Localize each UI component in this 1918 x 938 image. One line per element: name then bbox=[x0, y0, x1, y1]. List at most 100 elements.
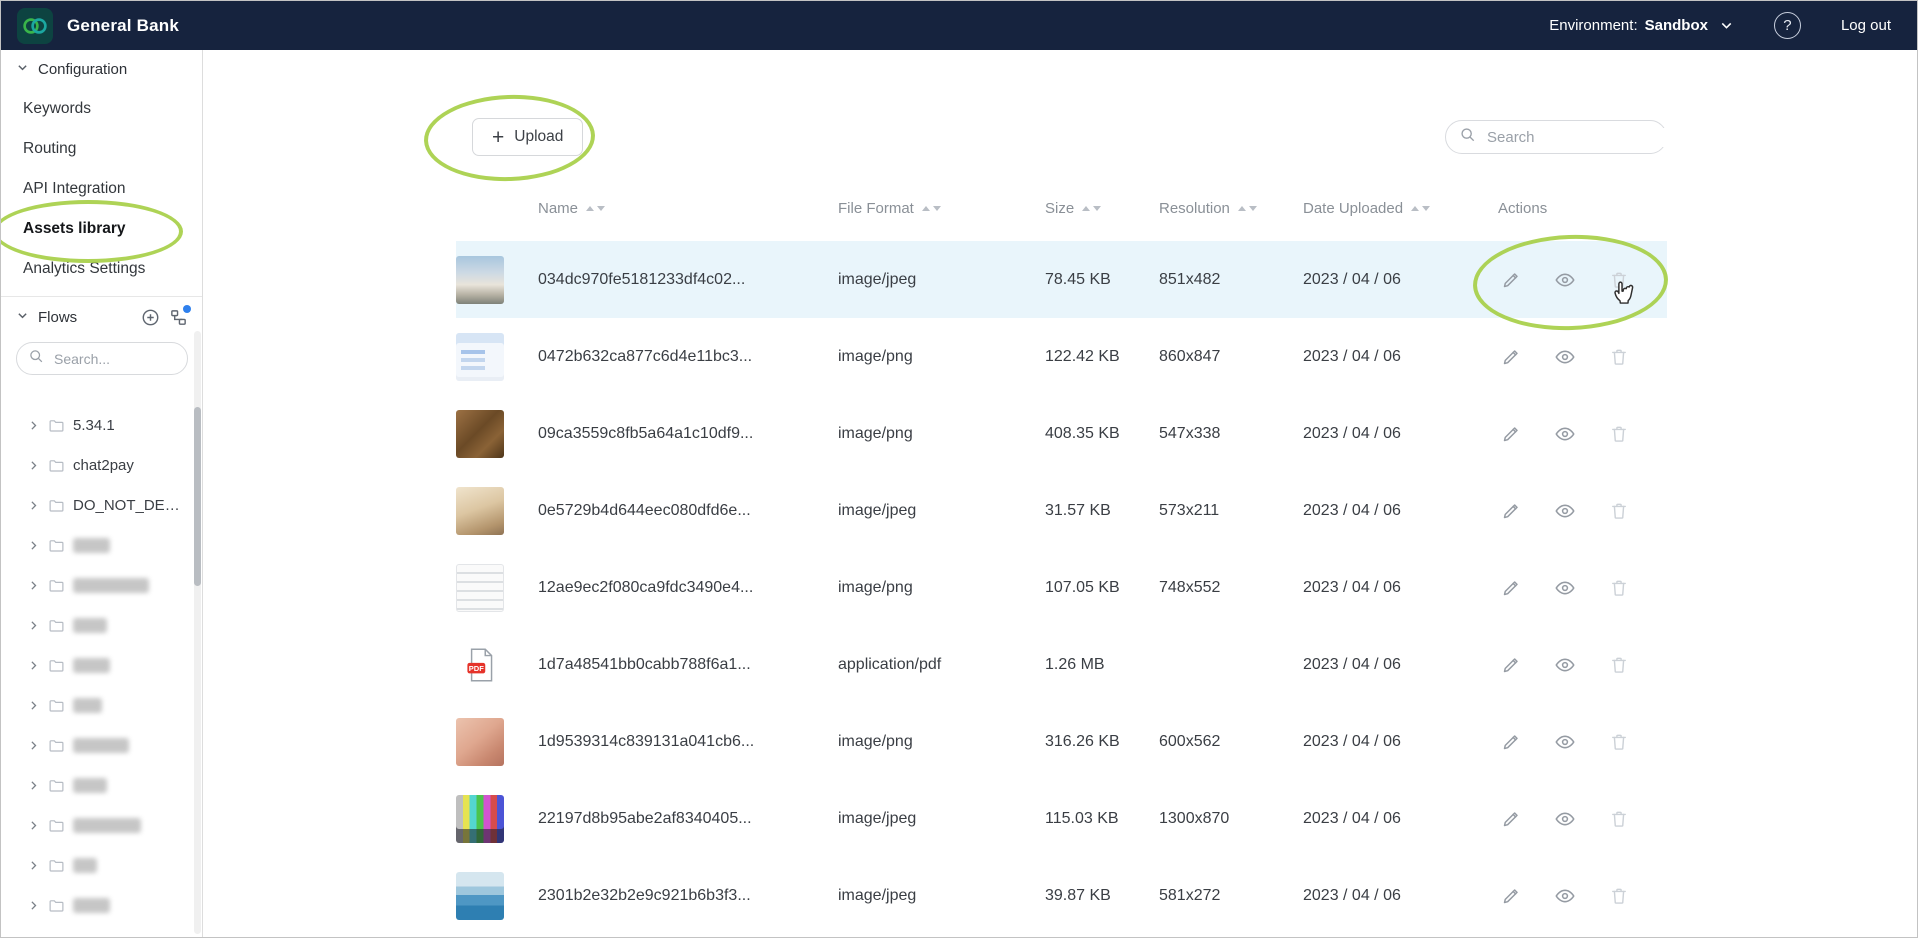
folder-icon bbox=[48, 417, 65, 434]
delete-button[interactable] bbox=[1606, 267, 1632, 293]
flows-view-icon[interactable] bbox=[169, 308, 188, 327]
folder-item-redacted[interactable] bbox=[1, 685, 202, 725]
folder-item-chat2pay[interactable]: chat2pay bbox=[1, 445, 202, 485]
delete-button[interactable] bbox=[1606, 729, 1632, 755]
flows-section-header[interactable]: Flows bbox=[1, 297, 202, 334]
table-row[interactable]: 0472b632ca877c6d4e11bc3... image/png 122… bbox=[456, 318, 1667, 395]
sidebar-item-analytics-settings[interactable]: Analytics Settings bbox=[1, 249, 202, 289]
folder-item-redacted[interactable] bbox=[1, 565, 202, 605]
preview-button[interactable] bbox=[1552, 267, 1578, 293]
chevron-right-icon[interactable] bbox=[27, 619, 40, 632]
chevron-right-icon[interactable] bbox=[27, 499, 40, 512]
table-row[interactable]: 12ae9ec2f080ca9fdc3490e4... image/png 10… bbox=[456, 549, 1667, 626]
column-header-name[interactable]: Name bbox=[538, 200, 838, 217]
edit-button[interactable] bbox=[1498, 729, 1524, 755]
pencil-icon bbox=[1501, 269, 1522, 290]
edit-button[interactable] bbox=[1498, 267, 1524, 293]
chevron-right-icon[interactable] bbox=[27, 779, 40, 792]
folder-item-redacted[interactable] bbox=[1, 725, 202, 765]
chevron-right-icon[interactable] bbox=[27, 459, 40, 472]
redacted-label bbox=[73, 658, 110, 673]
table-row[interactable]: 1d9539314c839131a041cb6... image/png 316… bbox=[456, 703, 1667, 780]
edit-button[interactable] bbox=[1498, 498, 1524, 524]
upload-button[interactable]: + Upload bbox=[472, 118, 583, 156]
chevron-right-icon[interactable] bbox=[27, 659, 40, 672]
column-header-date-uploaded[interactable]: Date Uploaded bbox=[1303, 200, 1498, 217]
table-row[interactable]: 2301b2e32b2e9c921b6b3f3... image/jpeg 39… bbox=[456, 857, 1667, 934]
assets-search[interactable] bbox=[1445, 120, 1667, 154]
table-row[interactable]: 0e5729b4d644eec080dfd6e... image/jpeg 31… bbox=[456, 472, 1667, 549]
folder-item-redacted[interactable] bbox=[1, 845, 202, 885]
column-header-size[interactable]: Size bbox=[1045, 200, 1159, 217]
chevron-right-icon[interactable] bbox=[27, 579, 40, 592]
chevron-right-icon[interactable] bbox=[27, 819, 40, 832]
edit-button[interactable] bbox=[1498, 421, 1524, 447]
preview-button[interactable] bbox=[1552, 729, 1578, 755]
preview-button[interactable] bbox=[1552, 652, 1578, 678]
column-header-file-format[interactable]: File Format bbox=[838, 200, 1045, 217]
preview-button[interactable] bbox=[1552, 498, 1578, 524]
asset-name: 034dc970fe5181233df4c02... bbox=[538, 271, 838, 289]
preview-button[interactable] bbox=[1552, 344, 1578, 370]
sidebar-item-keywords[interactable]: Keywords bbox=[1, 89, 202, 129]
sidebar-item-routing[interactable]: Routing bbox=[1, 129, 202, 169]
sort-icon[interactable] bbox=[1411, 206, 1430, 211]
folder-item-do-not-dele[interactable]: DO_NOT_DELE... bbox=[1, 485, 202, 525]
delete-button[interactable] bbox=[1606, 883, 1632, 909]
edit-button[interactable] bbox=[1498, 344, 1524, 370]
chevron-right-icon[interactable] bbox=[27, 739, 40, 752]
sidebar-scrollbar-thumb[interactable] bbox=[194, 407, 201, 586]
edit-button[interactable] bbox=[1498, 806, 1524, 832]
edit-button[interactable] bbox=[1498, 652, 1524, 678]
search-icon bbox=[1459, 126, 1476, 148]
folder-item-redacted[interactable] bbox=[1, 605, 202, 645]
sort-icon[interactable] bbox=[922, 206, 941, 211]
chevron-right-icon[interactable] bbox=[27, 899, 40, 912]
row-actions bbox=[1498, 652, 1667, 678]
table-row[interactable]: 034dc970fe5181233df4c02... image/jpeg 78… bbox=[456, 241, 1667, 318]
sidebar-search[interactable] bbox=[16, 342, 188, 375]
chevron-right-icon[interactable] bbox=[27, 859, 40, 872]
delete-button[interactable] bbox=[1606, 575, 1632, 601]
preview-button[interactable] bbox=[1552, 806, 1578, 832]
configuration-section-header[interactable]: Configuration bbox=[1, 50, 202, 85]
assets-search-input[interactable] bbox=[1485, 128, 1688, 147]
delete-button[interactable] bbox=[1606, 806, 1632, 832]
folder-item-redacted[interactable] bbox=[1, 765, 202, 805]
edit-button[interactable] bbox=[1498, 883, 1524, 909]
chevron-right-icon[interactable] bbox=[27, 699, 40, 712]
asset-thumbnail bbox=[456, 795, 504, 843]
sort-icon[interactable] bbox=[586, 206, 605, 211]
folder-item-redacted[interactable] bbox=[1, 645, 202, 685]
logout-button[interactable]: Log out bbox=[1841, 17, 1891, 34]
sort-icon[interactable] bbox=[1238, 206, 1257, 211]
delete-button[interactable] bbox=[1606, 652, 1632, 678]
folder-item-redacted[interactable] bbox=[1, 525, 202, 565]
help-button[interactable]: ? bbox=[1774, 12, 1801, 39]
sort-icon[interactable] bbox=[1082, 206, 1101, 211]
table-row[interactable]: PDF 1d7a48541bb0cabb788f6a1... applicati… bbox=[456, 626, 1667, 703]
folder-item-redacted[interactable] bbox=[1, 885, 202, 925]
add-flow-button[interactable] bbox=[141, 308, 160, 327]
asset-format: image/png bbox=[838, 733, 1045, 751]
table-row[interactable]: 22197d8b95abe2af8340405... image/jpeg 11… bbox=[456, 780, 1667, 857]
chevron-right-icon[interactable] bbox=[27, 419, 40, 432]
sidebar-search-input[interactable] bbox=[52, 350, 172, 368]
delete-button[interactable] bbox=[1606, 421, 1632, 447]
column-header-resolution[interactable]: Resolution bbox=[1159, 200, 1303, 217]
sidebar-item-assets-library[interactable]: Assets library bbox=[1, 209, 202, 249]
column-header-actions[interactable]: Actions bbox=[1498, 200, 1667, 217]
delete-button[interactable] bbox=[1606, 344, 1632, 370]
folder-item-redacted[interactable] bbox=[1, 805, 202, 845]
preview-button[interactable] bbox=[1552, 575, 1578, 601]
table-row[interactable]: 09ca3559c8fb5a64a1c10df9... image/png 40… bbox=[456, 395, 1667, 472]
preview-button[interactable] bbox=[1552, 421, 1578, 447]
edit-button[interactable] bbox=[1498, 575, 1524, 601]
delete-button[interactable] bbox=[1606, 498, 1632, 524]
sidebar-item-api-integration[interactable]: API Integration bbox=[1, 169, 202, 209]
preview-button[interactable] bbox=[1552, 883, 1578, 909]
environment-selector[interactable]: Environment: Sandbox bbox=[1549, 17, 1734, 34]
chevron-right-icon[interactable] bbox=[27, 539, 40, 552]
eye-icon bbox=[1554, 885, 1576, 907]
folder-item-5-34-1[interactable]: 5.34.1 bbox=[1, 405, 202, 445]
